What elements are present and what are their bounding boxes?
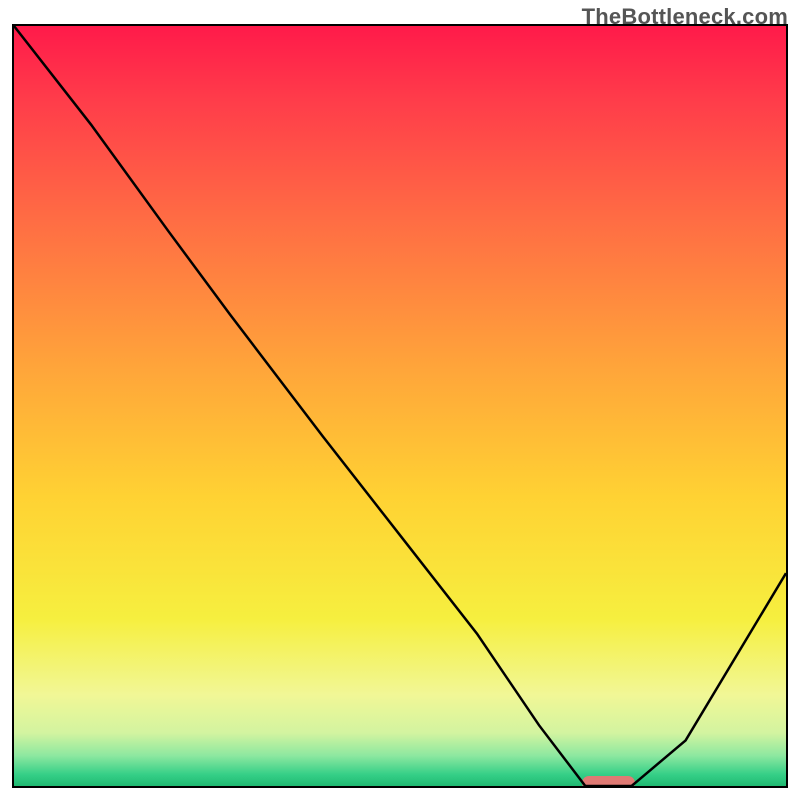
curve-path: [14, 26, 786, 786]
plot-area: [12, 24, 788, 788]
bottleneck-curve: [14, 26, 786, 786]
chart-container: TheBottleneck.com: [0, 0, 800, 800]
watermark-text: TheBottleneck.com: [582, 4, 788, 30]
